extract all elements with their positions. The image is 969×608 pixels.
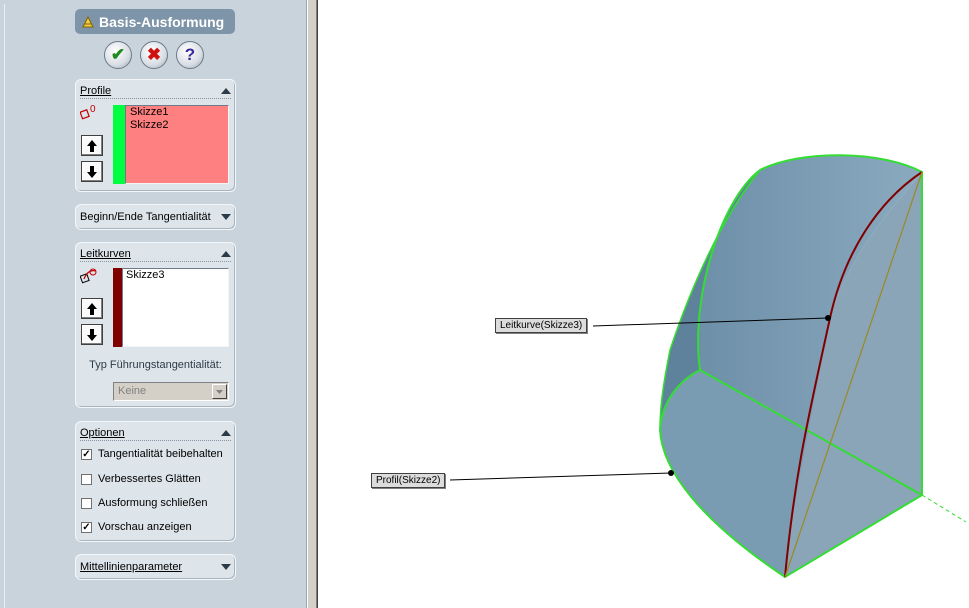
option-close-loft[interactable]: Ausformung schließen [81,495,207,511]
profile-color-bar [113,105,125,184]
checkmark-icon: ✔ [110,45,126,64]
profile-group-title: Profile [80,84,112,97]
option-show-preview[interactable]: ✓ Vorschau anzeigen [81,519,192,535]
profile-selection-icon: 0 [80,104,96,120]
guide-curves-group-title: Leitkurven [80,247,131,260]
cancel-button[interactable]: ✖ [140,41,168,69]
property-manager-panel: Basis-Ausformung ✔ ✖ ? Profile 0 Skizze1… [0,0,307,608]
option-keep-tangency[interactable]: ✓ Tangentialität beibehalten [81,446,223,462]
option-label: Tangentialität beibehalten [98,448,223,460]
list-item[interactable]: Skizze3 [123,269,228,282]
move-down-button[interactable] [81,324,103,345]
feature-title-bar: Basis-Ausformung [75,9,235,34]
checkbox[interactable] [81,497,92,509]
option-label: Vorschau anzeigen [98,521,192,533]
expand-icon [221,564,231,570]
options-group-title: Optionen [80,426,125,439]
guide-curves-listbox[interactable]: Skizze3 [122,268,229,347]
axis-dashed-line [921,494,967,523]
move-up-button[interactable] [81,135,103,156]
profile-group: Profile 0 Skizze1 Skizze2 [75,79,236,192]
guide-color-bar [113,268,122,347]
guide-curves-group-header[interactable]: Leitkurven [80,246,231,262]
move-down-button[interactable] [81,161,103,182]
option-label: Ausformung schließen [98,497,208,509]
list-item[interactable]: Skizze1 [126,106,228,119]
svg-text:0: 0 [90,104,96,115]
checkbox[interactable] [81,473,92,485]
centerline-group-header[interactable]: Mittellinienparameter [80,559,231,575]
guide-point[interactable] [825,315,831,321]
panel-splitter[interactable] [307,0,317,608]
chevron-down-icon [216,390,223,394]
tangency-type-value: Keine [118,385,147,397]
guide-curve-selection-icon [80,268,97,284]
move-up-button[interactable] [81,298,103,319]
checkbox[interactable]: ✓ [81,448,92,460]
arrow-down-icon [87,328,97,341]
help-button[interactable]: ? [176,41,204,69]
arrow-up-icon [87,302,97,315]
guide-curve-callout[interactable]: Leitkurve(Skizze3) [495,318,588,333]
help-icon: ? [184,45,196,64]
profile-point[interactable] [668,470,674,476]
option-advanced-smoothing[interactable]: Verbessertes Glätten [81,471,201,487]
loft-feature-icon [82,15,94,27]
checkbox[interactable]: ✓ [81,521,92,533]
profile-callout[interactable]: Profil(Skizze2) [371,473,446,488]
collapse-icon [221,87,231,94]
arrow-up-icon [87,139,97,152]
feature-title: Basis-Ausformung [99,13,225,30]
tangency-group[interactable]: Beginn/Ende Tangentialität [75,204,236,230]
tangency-type-select[interactable]: Keine [113,382,229,401]
tangency-group-title: Beginn/Ende Tangentialität [80,211,211,223]
tangency-type-label: Typ Führungstangentialität: [89,359,222,371]
profile-listbox[interactable]: Skizze1 Skizze2 [125,105,229,184]
guide-curves-group: Leitkurven Skizze3 Typ Führungstangentia… [75,242,236,408]
options-group: Optionen ✓ Tangentialität beibehalten Ve… [75,421,236,542]
loft-model[interactable] [318,0,969,608]
tangency-group-header[interactable]: Beginn/Ende Tangentialität [80,209,231,225]
collapse-icon [221,250,231,257]
option-label: Verbessertes Glätten [98,473,201,485]
profile-group-header[interactable]: Profile [80,83,231,99]
arrow-down-icon [87,165,97,178]
leader-line-profile [449,472,672,481]
centerline-group-title: Mittellinienparameter [80,561,183,573]
centerline-group[interactable]: Mittellinienparameter [75,554,236,580]
graphics-area[interactable]: Leitkurve(Skizze3) Profil(Skizze2) [318,0,969,608]
expand-icon [221,214,231,220]
ok-button[interactable]: ✔ [104,41,132,69]
dropdown-button[interactable] [212,384,227,399]
close-icon: ✖ [146,45,162,64]
list-item[interactable]: Skizze2 [126,119,228,132]
collapse-icon [221,429,231,436]
options-group-header[interactable]: Optionen [80,425,231,441]
